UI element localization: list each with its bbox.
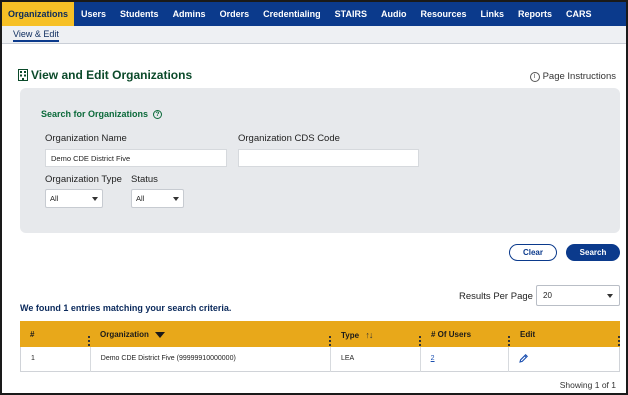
column-users-label: # Of Users [431, 330, 472, 339]
top-navigation: Organizations Users Students Admins Orde… [2, 2, 626, 26]
search-button[interactable]: Search [566, 244, 620, 261]
cell-edit [509, 347, 619, 372]
nav-users[interactable]: Users [74, 2, 113, 26]
search-title-text: Search for Organizations [41, 109, 149, 119]
column-users: # Of Users [421, 321, 510, 347]
cell-organization: Demo CDE District Five (99999910000000) [91, 347, 331, 372]
search-panel: Search for Organizations ? Organization … [20, 88, 620, 233]
cds-code-input[interactable] [238, 149, 419, 167]
column-resize-handle[interactable] [618, 336, 620, 346]
nav-resources[interactable]: Resources [413, 2, 473, 26]
sort-descending-icon [155, 331, 166, 338]
column-organization-label: Organization [100, 330, 149, 339]
nav-organizations[interactable]: Organizations [2, 2, 75, 26]
table-header: # Organization Type ↑↓ # Of Users Edit [20, 321, 620, 347]
nav-audio[interactable]: Audio [374, 2, 414, 26]
column-type-label: Type [341, 331, 360, 340]
nav-admins[interactable]: Admins [166, 2, 213, 26]
page-title: View and Edit Organizations [31, 68, 193, 82]
cell-number: 1 [21, 347, 91, 372]
sort-icon: ↑↓ [365, 330, 373, 340]
nav-students[interactable]: Students [113, 2, 166, 26]
page-instructions-label: Page Instructions [542, 71, 616, 82]
info-icon: i [529, 71, 540, 82]
clear-button[interactable]: Clear [509, 244, 557, 261]
app-frame: Organizations Users Students Admins Orde… [0, 0, 628, 395]
status-label: Status [131, 174, 158, 185]
status-select[interactable]: All [131, 189, 184, 208]
search-panel-title: Search for Organizations ? [41, 109, 163, 119]
building-icon [18, 69, 28, 81]
column-type[interactable]: Type ↑↓ [331, 321, 421, 347]
column-organization[interactable]: Organization [90, 321, 331, 347]
column-number: # [20, 321, 90, 347]
results-per-page-select[interactable]: 20 [536, 285, 620, 306]
results-per-page-value: 20 [543, 291, 552, 300]
nav-links[interactable]: Links [473, 2, 511, 26]
help-icon[interactable]: ? [153, 109, 163, 119]
users-count-link[interactable]: 2 [431, 355, 435, 362]
column-number-label: # [30, 330, 35, 339]
org-type-label: Organization Type [45, 174, 122, 185]
table-row: 1 Demo CDE District Five (99999910000000… [20, 347, 620, 372]
page-instructions-link[interactable]: i Page Instructions [529, 71, 616, 82]
nav-credentialing[interactable]: Credentialing [256, 2, 328, 26]
results-summary: We found 1 entries matching your search … [20, 303, 232, 313]
nav-cars[interactable]: CARS [559, 2, 599, 26]
nav-orders[interactable]: Orders [213, 2, 257, 26]
column-edit: Edit [510, 321, 620, 347]
status-value: All [136, 194, 145, 203]
page-header: View and Edit Organizations [18, 68, 192, 82]
column-edit-label: Edit [520, 330, 536, 339]
chevron-down-icon [607, 293, 613, 298]
sub-navigation: View & Edit [2, 26, 626, 44]
chevron-down-icon [92, 196, 98, 201]
nav-stairs[interactable]: STAIRS [328, 2, 374, 26]
pencil-icon[interactable] [518, 353, 529, 364]
chevron-down-icon [173, 196, 179, 201]
pagination-status: Showing 1 of 1 [559, 380, 616, 390]
cell-users: 2 [421, 347, 510, 372]
nav-reports[interactable]: Reports [511, 2, 559, 26]
org-name-label: Organization Name [45, 133, 127, 144]
results-per-page-label: Results Per Page [459, 291, 533, 302]
org-name-input[interactable]: Demo CDE District Five [45, 149, 227, 167]
org-type-value: All [50, 194, 59, 203]
org-type-select[interactable]: All [45, 189, 103, 208]
cds-code-label: Organization CDS Code [238, 133, 340, 144]
cell-type: LEA [331, 347, 421, 372]
results-table: # Organization Type ↑↓ # Of Users Edit 1… [20, 321, 620, 372]
subnav-view-edit[interactable]: View & Edit [13, 29, 59, 42]
